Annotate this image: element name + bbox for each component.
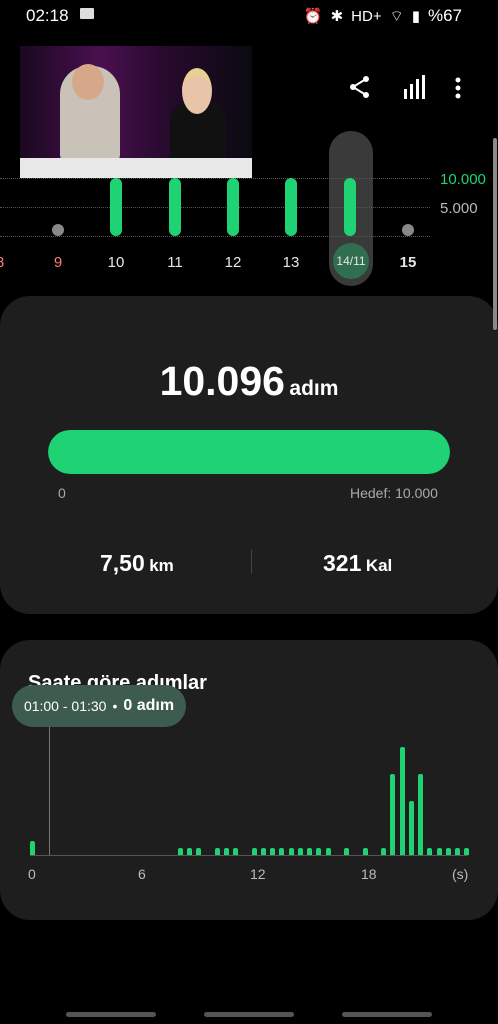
- hourly-bar[interactable]: [418, 774, 423, 855]
- stat-divider: [251, 550, 252, 574]
- status-time: 02:18: [26, 6, 69, 25]
- hourly-bar[interactable]: [233, 847, 238, 855]
- day-bar-12[interactable]: [227, 178, 239, 236]
- day-label-8[interactable]: 8: [0, 254, 20, 271]
- selected-day-label[interactable]: 14/11: [333, 243, 369, 279]
- hourly-bar[interactable]: [445, 847, 451, 855]
- goal-label-high: 10.000: [440, 171, 486, 188]
- day-dot-9[interactable]: [52, 224, 64, 236]
- nav-home-button[interactable]: [204, 1012, 294, 1017]
- hourly-bar[interactable]: [214, 847, 220, 855]
- hourly-bar[interactable]: [316, 847, 322, 855]
- video-desk: [20, 158, 252, 178]
- step-count-value: 10.096: [159, 358, 285, 404]
- goal-line-5000: [0, 207, 430, 208]
- hour-tick-12: 12: [250, 866, 266, 882]
- battery-label: %67: [427, 6, 462, 25]
- bar-chart-icon[interactable]: [403, 75, 425, 99]
- hourly-bar[interactable]: [344, 847, 349, 855]
- day-bar-10[interactable]: [110, 178, 122, 236]
- scrollbar[interactable]: [493, 138, 497, 330]
- hourly-bar[interactable]: [399, 747, 405, 855]
- distance-value: 7,50: [100, 550, 145, 576]
- share-icon[interactable]: [348, 74, 372, 100]
- step-progress-fill: [48, 430, 450, 474]
- day-bar-11[interactable]: [169, 178, 181, 236]
- calories-unit: Kal: [365, 556, 393, 575]
- hourly-bar[interactable]: [325, 847, 331, 855]
- step-progress-bar: [48, 430, 450, 474]
- status-icons: ⏰ ✱ HD+ ⌔ ▮ %67: [304, 6, 462, 26]
- step-count: 10.096 adım: [0, 358, 498, 405]
- pip-video[interactable]: [20, 46, 252, 178]
- hourly-bar[interactable]: [297, 847, 303, 855]
- day-bar-13[interactable]: [285, 178, 297, 236]
- day-bar-14-11[interactable]: [344, 178, 356, 236]
- calories-value: 321: [323, 550, 362, 576]
- day-label-10[interactable]: 10: [96, 254, 136, 271]
- hourly-bar[interactable]: [390, 774, 396, 855]
- hourly-tooltip: 01:00 - 01:30 • 0 adım: [12, 685, 186, 727]
- tooltip-range: 01:00 - 01:30: [23, 698, 107, 714]
- hour-axis-unit: (s): [452, 866, 469, 882]
- hourly-bar[interactable]: [288, 847, 294, 855]
- hourly-bar[interactable]: [270, 847, 275, 855]
- calories-stat: 321 Kal: [323, 550, 392, 577]
- hour-tick-0: 0: [28, 866, 36, 882]
- status-bar: 02:18 ⏰ ✱ HD+ ⌔ ▮ %67: [0, 0, 498, 30]
- video-person-2-head: [182, 68, 212, 114]
- hourly-bar[interactable]: [381, 847, 386, 855]
- hour-tick-6: 6: [138, 866, 146, 882]
- goal-label-mid: 5.000: [440, 200, 478, 217]
- hourly-bar[interactable]: [436, 847, 442, 855]
- hourly-bar[interactable]: [362, 847, 368, 855]
- hourly-bar[interactable]: [29, 840, 35, 855]
- hourly-bar[interactable]: [260, 847, 266, 855]
- bluetooth-icon: ✱: [330, 8, 344, 25]
- day-label-9[interactable]: 9: [38, 254, 78, 271]
- hourly-bar[interactable]: [279, 847, 285, 855]
- day-label-13[interactable]: 13: [271, 254, 311, 271]
- hourly-bar[interactable]: [427, 847, 433, 855]
- nav-back-button[interactable]: [342, 1012, 432, 1017]
- alarm-icon: ⏰: [303, 8, 323, 25]
- hourly-bar[interactable]: [196, 847, 201, 855]
- day-label-11[interactable]: 11: [155, 254, 195, 271]
- tooltip-dot: •: [112, 698, 118, 714]
- hourly-bar[interactable]: [464, 847, 470, 855]
- hourly-bar[interactable]: [186, 847, 192, 855]
- progress-start-label: 0: [58, 485, 66, 501]
- baseline: [0, 236, 430, 237]
- hourly-bar[interactable]: [251, 847, 257, 855]
- hourly-bar[interactable]: [408, 801, 414, 855]
- step-count-unit: adım: [289, 377, 339, 400]
- distance-stat: 7,50 km: [100, 550, 174, 577]
- folder-icon: [80, 8, 94, 19]
- goal-line-10000: [0, 178, 430, 179]
- hourly-bar[interactable]: [455, 847, 460, 855]
- hourly-cursor-line[interactable]: [49, 725, 50, 855]
- day-label-12[interactable]: 12: [213, 254, 253, 271]
- video-person-1-head: [72, 64, 104, 100]
- tooltip-value: 0 adım: [123, 697, 175, 714]
- distance-unit: km: [149, 556, 174, 575]
- hourly-axis: [30, 855, 468, 856]
- hourly-bar[interactable]: [223, 847, 229, 855]
- day-dot-15[interactable]: [402, 224, 414, 236]
- hourly-bar[interactable]: [177, 847, 183, 855]
- hourly-bar[interactable]: [307, 847, 312, 855]
- nav-recent-button[interactable]: [66, 1012, 156, 1017]
- signal-icon: ▮: [411, 8, 420, 25]
- wifi-icon: ⌔: [389, 7, 404, 25]
- network-label: HD+: [351, 7, 382, 25]
- day-label-15[interactable]: 15: [388, 254, 428, 271]
- hour-tick-18: 18: [361, 866, 377, 882]
- more-vert-icon[interactable]: [455, 77, 461, 99]
- goal-label: Hedef: 10.000: [350, 485, 438, 501]
